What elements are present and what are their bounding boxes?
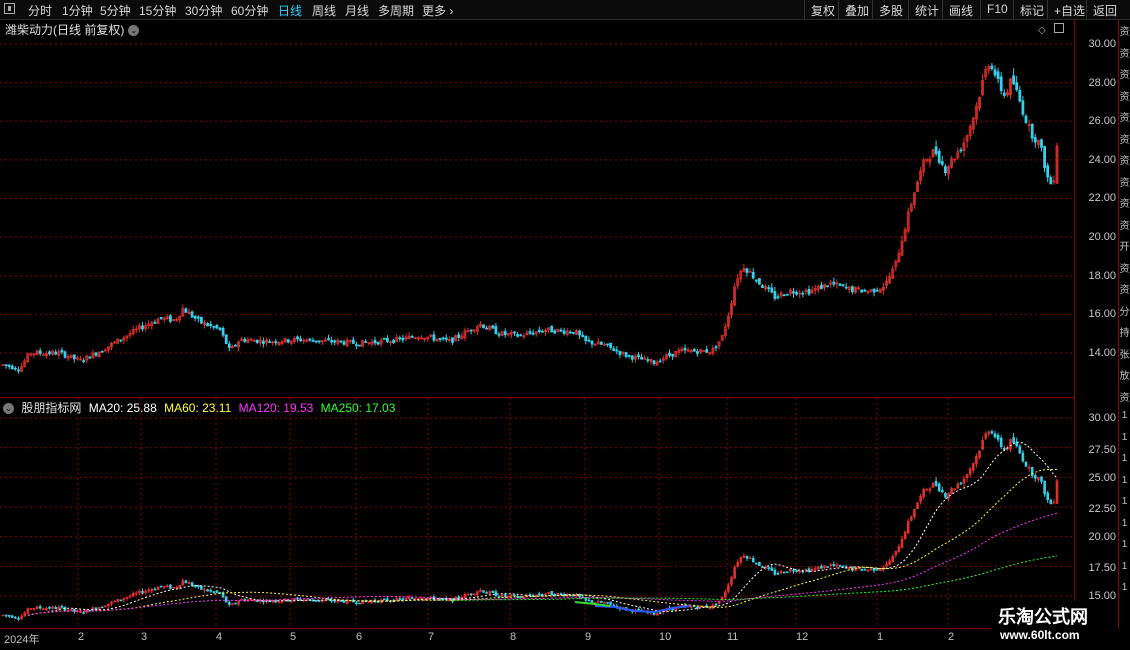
side-strip-char: 1	[1121, 517, 1128, 529]
y-label: 30.00	[1088, 38, 1116, 50]
main-panel-frame	[0, 19, 1075, 398]
side-strip-char: 1	[1121, 496, 1128, 507]
stock-title: 潍柴动力(日线 前复权) ⌄	[5, 21, 140, 38]
x-label: 11	[727, 631, 739, 643]
x-label: 3	[141, 631, 148, 643]
side-strip-char: 资	[1119, 113, 1130, 124]
x-label: 8	[510, 631, 517, 643]
side-strip-char: 资	[1119, 199, 1130, 210]
indicator-name: 股朋指标网	[21, 401, 82, 415]
x-label: 6	[356, 631, 363, 643]
y-label: 20.00	[1088, 231, 1116, 243]
side-strip-char: 资	[1119, 263, 1130, 275]
side-strip-char: 资	[1119, 70, 1130, 81]
x-label: 7	[428, 631, 435, 643]
x-label: 5	[290, 631, 297, 643]
indicator-panel-frame	[0, 397, 1075, 629]
side-strip-char: 1	[1121, 560, 1128, 572]
x-label: 9	[585, 631, 592, 643]
x-label: 2	[948, 631, 955, 643]
side-strip-char: 持	[1119, 328, 1130, 339]
y-label: 28.00	[1088, 77, 1116, 89]
watermark: 乐淘公式网 www.60lt.com	[990, 601, 1114, 647]
side-info-strip: 资资资资资资资资资资开资资分持张放资111111111	[1119, 19, 1130, 619]
side-strip-char: 资	[1119, 285, 1130, 296]
side-strip-char: 1	[1121, 410, 1128, 421]
side-strip-char: 资	[1119, 134, 1130, 146]
panel-window-icons: ◇	[1038, 23, 1065, 36]
y-label: 24.00	[1088, 154, 1116, 166]
y-label: 27.50	[1088, 444, 1116, 456]
side-strip-char: 资	[1119, 177, 1130, 189]
watermark-url: www.60lt.com	[1000, 628, 1080, 642]
ma250-value: MA250: 17.03	[320, 401, 396, 415]
y-label: 20.00	[1088, 531, 1116, 543]
x-label: 12	[796, 631, 809, 643]
watermark-title: 乐淘公式网	[998, 607, 1088, 627]
side-strip-char: 资	[1119, 392, 1130, 404]
ma120-value: MA120: 19.53	[238, 401, 314, 415]
side-strip-char: 1	[1121, 582, 1128, 593]
side-strip-char: 资	[1119, 48, 1130, 60]
side-strip-char: 1	[1121, 453, 1128, 464]
side-strip-char: 1	[1121, 431, 1128, 443]
y-label: 25.00	[1088, 472, 1116, 484]
ma20-value: MA20: 25.88	[88, 401, 157, 415]
y-label: 22.00	[1088, 192, 1116, 204]
side-strip-char: 1	[1121, 539, 1128, 550]
ma60-value: MA60: 23.11	[164, 401, 232, 415]
restore-window-icon[interactable]	[1054, 23, 1065, 33]
y-label: 17.50	[1088, 562, 1116, 574]
indicator-title: ⌄ 股朋指标网 MA20: 25.88 MA60: 23.11 MA120: 1…	[3, 399, 399, 416]
side-strip-char: 放	[1119, 371, 1130, 382]
stock-title-text: 潍柴动力(日线 前复权)	[5, 23, 125, 37]
x-label: 2024年	[4, 634, 40, 646]
y-label: 14.00	[1088, 347, 1116, 359]
x-label: 10	[659, 631, 672, 643]
side-strip-char: 资	[1119, 156, 1130, 167]
side-strip-char: 资	[1119, 27, 1130, 38]
chevron-down-icon[interactable]: ⌄	[3, 403, 14, 415]
y-label: 16.00	[1088, 308, 1116, 320]
y-label: 26.00	[1088, 115, 1116, 127]
x-label: 4	[216, 631, 223, 643]
side-strip-char: 开	[1119, 242, 1130, 253]
side-strip-char: 张	[1119, 349, 1130, 361]
x-label: 1	[877, 631, 884, 643]
y-label: 22.50	[1088, 503, 1116, 515]
chevron-down-icon[interactable]: ⌄	[128, 25, 140, 37]
side-strip-char: 1	[1121, 474, 1128, 486]
side-strip-char: 资	[1119, 91, 1130, 103]
x-label: 2	[78, 631, 85, 643]
date-axis: 2024年 2 3 4 5 6 7 8 9 10 11 12 1 2	[0, 629, 1075, 650]
diamond-icon[interactable]: ◇	[1038, 25, 1046, 36]
y-label: 30.00	[1088, 412, 1116, 424]
side-strip-char: 分	[1119, 306, 1130, 318]
y-label: 18.00	[1088, 270, 1116, 282]
side-strip-char: 资	[1119, 220, 1130, 232]
